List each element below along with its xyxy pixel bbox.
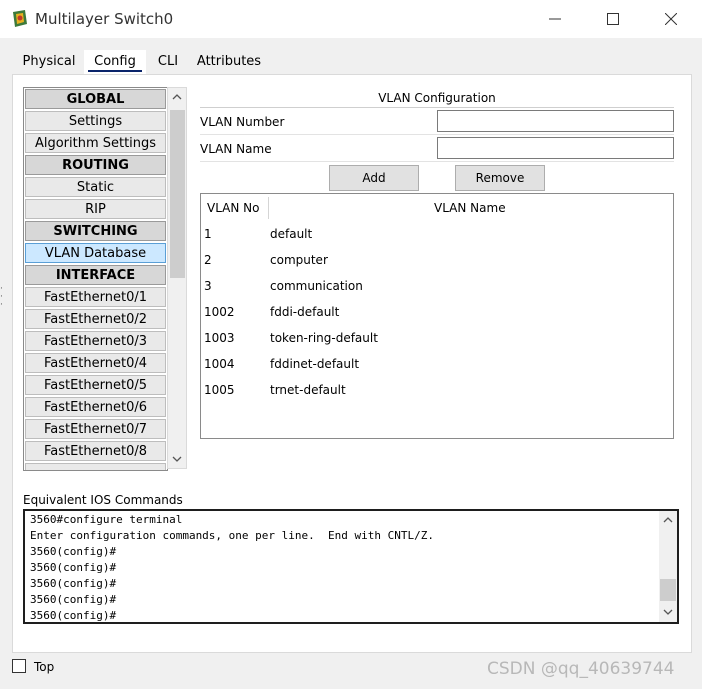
table-row[interactable]: 1 default [201,221,671,247]
column-header-vlan-name[interactable]: VLAN Name [434,195,506,221]
console-line: 3560(config)# [30,609,117,622]
vlan-name-field[interactable] [437,137,674,159]
close-icon [665,13,677,25]
packet-tracer-app-icon [10,9,30,29]
vlan-name-cell: computer [270,253,328,267]
sidebar-item-static[interactable]: Static [25,177,166,197]
sidebar-item-fastethernet0-5[interactable]: FastEthernet0/5 [25,375,166,395]
sidebar-item-settings[interactable]: Settings [25,111,166,131]
console-line: Enter configuration commands, one per li… [30,529,434,542]
sidebar-scrollbar[interactable] [167,87,187,469]
console-scrollbar[interactable] [659,511,677,622]
console-line: 3560#configure terminal [30,513,183,526]
tab-active-underline [88,70,142,72]
minimize-icon [549,18,561,20]
table-row[interactable]: 3 communication [201,273,671,299]
tab-config-label: Config [94,54,136,69]
section-divider [200,107,674,108]
row-divider [200,161,674,162]
table-row[interactable]: 1002 fddi-default [201,299,671,325]
vlan-table-header: VLAN No VLAN Name [202,195,672,221]
sidebar-item-fastethernet0-4[interactable]: FastEthernet0/4 [25,353,166,373]
table-row[interactable]: 1005 trnet-default [201,377,671,403]
vlan-number-label: VLAN Number [200,115,285,129]
console-line: 3560(config)# [30,577,117,590]
column-header-vlan-no[interactable]: VLAN No [207,195,260,221]
vlan-table: VLAN No VLAN Name 1 default 2 computer 3 co… [200,193,674,439]
sidebar-header-routing: ROUTING [25,155,166,175]
title-bar: Multilayer Switch0 [0,0,702,38]
vlan-name-cell: fddinet-default [270,357,360,371]
console-scroll-down-icon[interactable] [659,603,677,621]
vlan-number-field[interactable] [437,110,674,132]
minimize-button[interactable] [532,4,578,34]
vlan-no-cell: 1 [204,227,212,241]
maximize-icon [607,13,619,25]
close-button[interactable] [648,4,694,34]
sidebar-item-fastethernet0-2[interactable]: FastEthernet0/2 [25,309,166,329]
vlan-no-cell: 3 [204,279,212,293]
vlan-configuration-title: VLAN Configuration [378,91,496,105]
vlan-name-cell: fddi-default [270,305,340,319]
vlan-no-cell: 1004 [204,357,235,371]
table-row[interactable]: 2 computer [201,247,671,273]
table-row[interactable]: 1004 fddinet-default [201,351,671,377]
sidebar-item-vlan-database[interactable]: VLAN Database [25,243,166,263]
ios-commands-label: Equivalent IOS Commands [23,493,183,507]
vlan-name-cell: trnet-default [270,383,346,397]
tab-attributes[interactable]: Attributes [194,50,264,74]
tab-physical[interactable]: Physical [18,50,80,74]
vlan-name-cell: token-ring-default [270,331,378,345]
console-scroll-up-icon[interactable] [659,511,677,529]
sidebar-item-fastethernet0-7[interactable]: FastEthernet0/7 [25,419,166,439]
vlan-no-cell: 1002 [204,305,235,319]
left-edge-fragment: ⋅ ⋅ ⋅ [0,284,3,310]
config-sidebar: GLOBAL Settings Algorithm Settings ROUTI… [23,87,168,471]
scroll-up-icon[interactable] [168,88,186,106]
console-line: 3560(config)# [30,593,117,606]
vlan-no-cell: 2 [204,253,212,267]
scroll-down-icon[interactable] [168,450,186,468]
console-scroll-thumb[interactable] [660,579,676,601]
top-checkbox[interactable] [12,659,26,673]
sidebar-item-fastethernet0-3[interactable]: FastEthernet0/3 [25,331,166,351]
vlan-name-cell: default [270,227,313,241]
vlan-no-cell: 1003 [204,331,235,345]
sidebar-item-algorithm-settings[interactable]: Algorithm Settings [25,133,166,153]
console-line: 3560(config)# [30,561,117,574]
csdn-watermark: CSDN @qq_40639744 [487,659,675,679]
sidebar-item-fastethernet0-1[interactable]: FastEthernet0/1 [25,287,166,307]
vlan-name-label: VLAN Name [200,142,272,156]
top-checkbox-label: Top [34,660,55,674]
sidebar-item-partial[interactable] [25,463,166,470]
column-separator [268,197,269,219]
table-row[interactable]: 1003 token-ring-default [201,325,671,351]
sidebar-item-fastethernet0-8[interactable]: FastEthernet0/8 [25,441,166,461]
maximize-button[interactable] [590,4,636,34]
console-line: 3560(config)# [30,545,117,558]
sidebar-item-rip[interactable]: RIP [25,199,166,219]
window-title: Multilayer Switch0 [35,10,174,28]
sidebar-scroll-thumb[interactable] [170,110,185,278]
remove-vlan-button[interactable]: Remove [455,165,545,191]
sidebar-header-switching: SWITCHING [25,221,166,241]
tab-config[interactable]: Config [84,50,146,74]
tab-cli[interactable]: CLI [150,50,186,74]
ios-commands-console[interactable]: 3560#configure terminal Enter configurat… [23,509,679,624]
row-divider [200,134,674,135]
sidebar-item-fastethernet0-6[interactable]: FastEthernet0/6 [25,397,166,417]
vlan-no-cell: 1005 [204,383,235,397]
sidebar-header-global: GLOBAL [25,89,166,109]
add-vlan-button[interactable]: Add [329,165,419,191]
vlan-name-cell: communication [270,279,363,293]
sidebar-header-interface: INTERFACE [25,265,166,285]
